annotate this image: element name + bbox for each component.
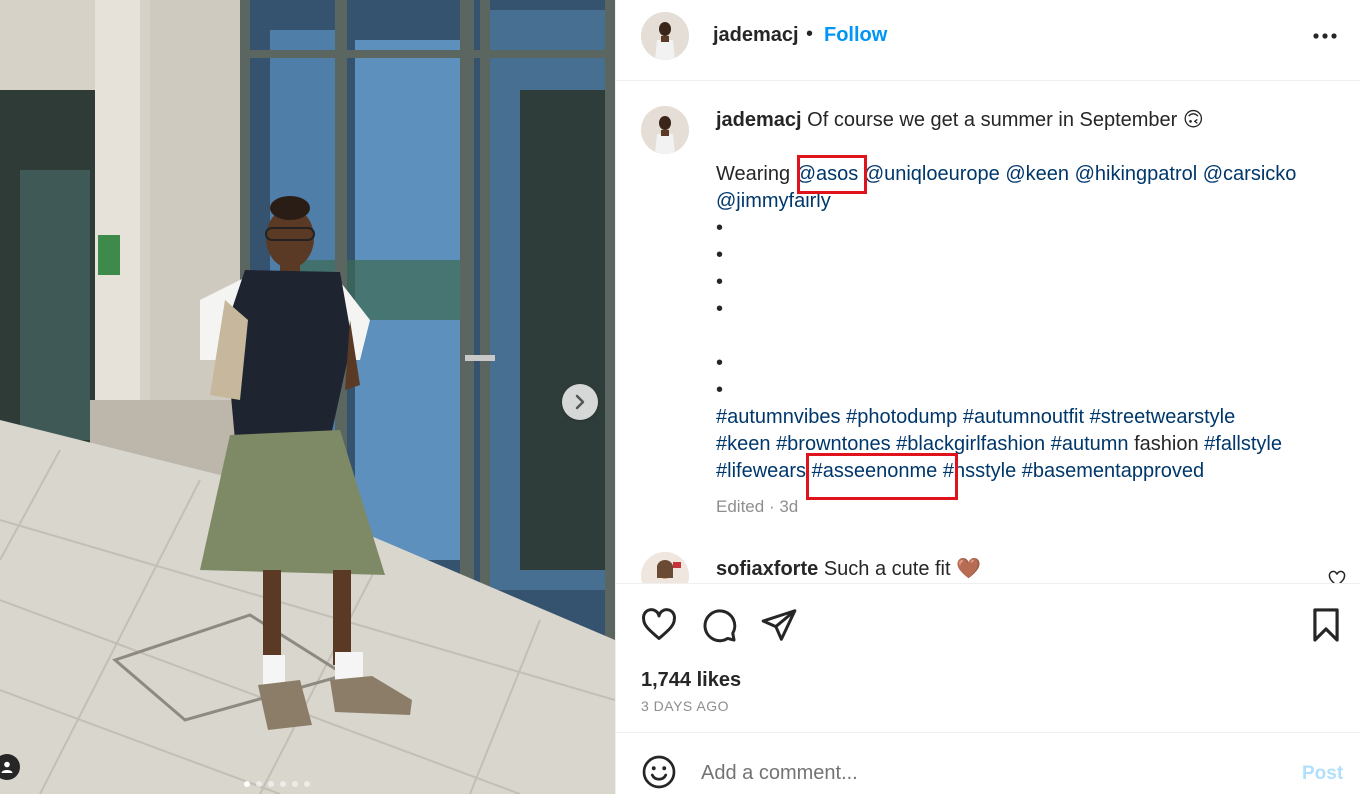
send-icon (761, 609, 797, 641)
post-actions: 1,744 likes 3 DAYS AGO (616, 583, 1360, 733)
highlight-box-asseenonme (806, 453, 958, 500)
add-comment-bar: Post (616, 734, 1360, 794)
carousel-dot (304, 781, 310, 787)
hashtag-link[interactable]: #lifewears (716, 460, 806, 482)
mention-link[interactable]: @hikingpatrol (1075, 163, 1198, 185)
caption-age[interactable]: 3d (779, 497, 798, 516)
hashtag-link[interactable]: #blackgirlfashion (896, 433, 1045, 455)
more-options-button[interactable] (1310, 24, 1340, 48)
edited-label: Edited (716, 497, 765, 516)
mention-link[interactable]: @uniqloeurope (864, 163, 1000, 185)
share-button[interactable] (760, 606, 798, 644)
follow-button[interactable]: Follow (824, 24, 887, 47)
save-button[interactable] (1307, 606, 1345, 644)
highlight-box-asos (797, 155, 867, 194)
caption-bullet: • (716, 298, 724, 320)
comment-input[interactable] (701, 758, 1261, 788)
caption-bullet: • (716, 379, 724, 401)
comments-section: jademacj Of course we get a summer in Se… (616, 82, 1360, 583)
caption-username[interactable]: jademacj (716, 109, 802, 131)
avatar-image (641, 106, 689, 154)
more-horizontal-icon (1313, 33, 1337, 39)
hashtag-link[interactable]: #autumnvibes (716, 406, 841, 428)
carousel-next-button[interactable] (562, 384, 598, 420)
smiley-icon (642, 755, 676, 789)
hashtag-link[interactable]: #streetwearstyle (1090, 406, 1236, 428)
hashtag-link[interactable]: #browntones (776, 433, 891, 455)
caption-text: Of course we get a summer in September 🙃 (807, 109, 1204, 131)
bookmark-icon (1313, 608, 1339, 642)
comment-icon (703, 609, 737, 643)
carousel-dot (280, 781, 286, 787)
hashtag-link[interactable]: #photodump (846, 406, 957, 428)
caption-hashtags-line-1: #autumnvibes #photodump #autumnoutfit #s… (716, 404, 1336, 431)
caption-bullet: • (716, 271, 724, 293)
post-photo (0, 0, 615, 794)
hashtag-link[interactable]: #basementapproved (1022, 460, 1204, 482)
wearing-label: Wearing (716, 163, 791, 185)
chevron-right-icon (575, 394, 585, 410)
author-avatar[interactable] (641, 12, 689, 60)
carousel-dot (256, 781, 262, 787)
hashtag-link[interactable]: #autumn (1051, 433, 1129, 455)
comment: sofiaxforte Such a cute fit 🤎 (716, 556, 981, 581)
caption-bullet: • (716, 217, 724, 239)
likes-count[interactable]: 1,744 likes (641, 669, 741, 692)
heart-icon (1328, 570, 1346, 583)
caption-meta: Edited · 3d (716, 497, 798, 517)
post-details-panel: jademacj • Follow jademacj Of course we … (615, 0, 1360, 794)
photo-illustration (0, 0, 615, 794)
post-comment-button[interactable]: Post (1302, 763, 1343, 785)
carousel-dot (244, 781, 250, 787)
emoji-button[interactable] (641, 754, 677, 790)
caption-plain-word: fashion (1134, 433, 1199, 455)
carousel-dot (292, 781, 298, 787)
post-timestamp[interactable]: 3 DAYS AGO (641, 698, 729, 714)
caption-first-line: jademacj Of course we get a summer in Se… (716, 107, 1336, 134)
author-username[interactable]: jademacj (713, 24, 799, 47)
commenter-avatar[interactable] (641, 552, 689, 583)
caption-bullet: • (716, 352, 724, 374)
like-button[interactable] (640, 606, 678, 644)
header-separator: • (806, 23, 814, 45)
hashtag-link[interactable]: #keen (716, 433, 771, 455)
comment-body: Such a cute fit 🤎 (823, 558, 982, 580)
carousel-dot (268, 781, 274, 787)
hashtag-link[interactable]: #autumnoutfit (963, 406, 1084, 428)
post-header: jademacj • Follow (616, 0, 1360, 81)
caption-bullet: • (716, 244, 724, 266)
user-tag-icon (1, 761, 13, 773)
mention-link[interactable]: @carsicko (1203, 163, 1297, 185)
comment-button[interactable] (700, 606, 738, 644)
avatar-image (641, 12, 689, 60)
meta-dot: · (768, 497, 775, 516)
heart-icon (642, 608, 676, 640)
commenter-username[interactable]: sofiaxforte (716, 558, 818, 580)
hashtag-link[interactable]: #fallstyle (1204, 433, 1282, 455)
avatar-image (641, 552, 689, 583)
comment-like-button[interactable] (1328, 570, 1346, 583)
mention-link[interactable]: @keen (1005, 163, 1069, 185)
caption-author-avatar[interactable] (641, 106, 689, 154)
carousel-dots (244, 781, 310, 787)
